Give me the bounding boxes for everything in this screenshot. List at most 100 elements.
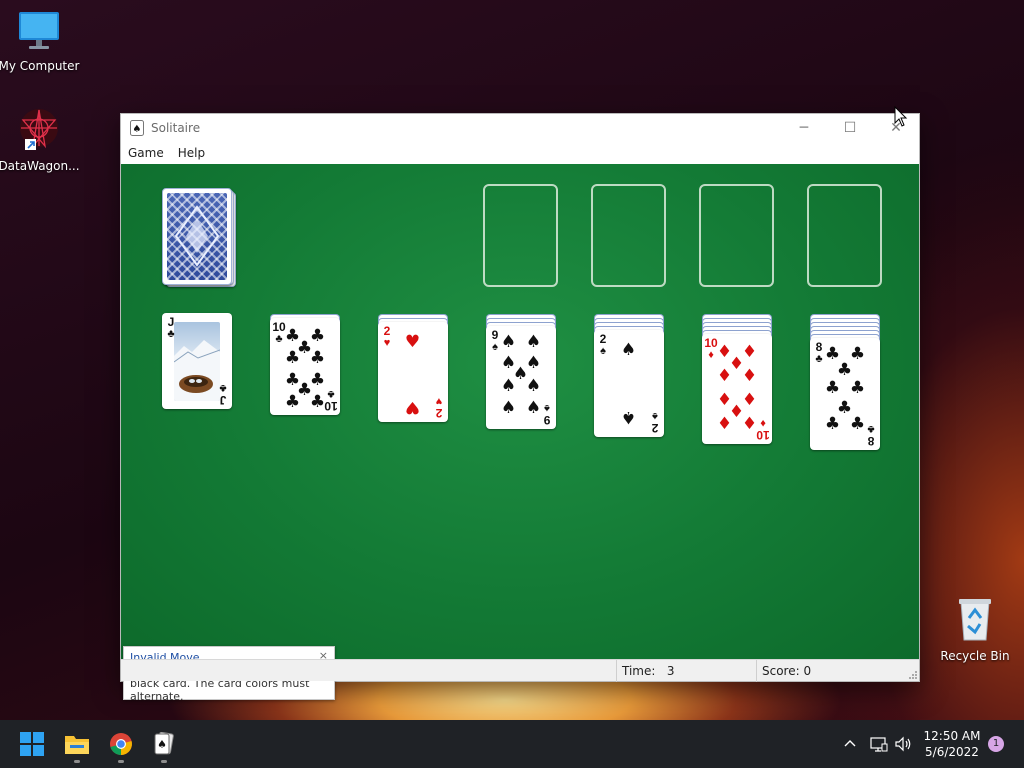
svg-text:♠: ♠: [157, 738, 167, 751]
card-corner: 2 ♠: [648, 410, 662, 435]
heart-icon: ♥: [383, 337, 391, 349]
game-table[interactable]: J ♣ J ♣ 10 ♣ 10 ♣ ♣ ♣ ♣ ♣ ♣ ♣ ♣ ♣ ♣ ♣ 2 …: [121, 164, 919, 703]
maximize-button[interactable]: ☐: [827, 114, 873, 142]
heart-icon: ♥: [404, 397, 421, 417]
taskbar-chrome[interactable]: [101, 720, 141, 768]
desktop-icon-label: My Computer: [0, 59, 80, 73]
club-icon: ♣: [836, 360, 853, 380]
club-icon: ♣: [309, 348, 326, 368]
foundation-slot-1[interactable]: [483, 184, 558, 287]
minimize-icon: ─: [799, 120, 809, 136]
chevron-up-icon[interactable]: [842, 736, 858, 752]
score-display: Score: 0: [756, 660, 811, 682]
diamond-icon: ♦: [716, 414, 733, 434]
diamond-icon: ♦: [716, 366, 733, 386]
club-icon: ♣: [867, 423, 875, 435]
card-jack-of-clubs[interactable]: J ♣ J ♣: [162, 313, 232, 409]
club-icon: ♣: [309, 392, 326, 412]
taskbar-solitaire[interactable]: ♠: [144, 720, 184, 768]
card-2-of-spades[interactable]: 2 ♠ 2 ♠ ♠ ♠: [594, 330, 664, 437]
spade-icon: ♠: [500, 332, 517, 352]
card-rank: 8: [815, 340, 823, 354]
desktop-icon-label: Recycle Bin: [940, 649, 1010, 663]
club-icon: ♣: [284, 348, 301, 368]
volume-icon[interactable]: [894, 736, 912, 752]
foundation-slot-4[interactable]: [807, 184, 882, 287]
foundation-slot-2[interactable]: [591, 184, 666, 287]
desktop-icon-label: DataWagon...: [0, 159, 80, 173]
taskbar-file-explorer[interactable]: [57, 720, 97, 768]
datawagon-shortcut-icon: [20, 109, 58, 150]
card-corner: 10 ♦: [756, 417, 770, 442]
taskbar: ♠ 12:50 AM 5/6/2022: [0, 720, 1024, 768]
club-icon: ♣: [849, 414, 866, 434]
spade-icon: ♠: [652, 410, 658, 422]
card-corner: 2 ♥: [380, 325, 394, 349]
time-display: Time: 3: [616, 660, 756, 682]
system-tray: [842, 720, 912, 768]
menu-game[interactable]: Game: [121, 142, 171, 164]
window-title: Solitaire: [151, 121, 201, 135]
card-10-of-diamonds[interactable]: 10 ♦ 10 ♦ ♦ ♦ ♦ ♦ ♦ ♦ ♦ ♦ ♦ ♦: [702, 334, 772, 444]
minimize-button[interactable]: ─: [781, 114, 827, 142]
stock-pile[interactable]: [162, 188, 238, 290]
card-rank: 10: [756, 428, 770, 442]
clock-time: 12:50 AM: [923, 729, 981, 743]
card-8-of-clubs[interactable]: 8 ♣ 8 ♣ ♣ ♣ ♣ ♣ ♣ ♣ ♣ ♣: [810, 338, 880, 450]
start-icon: [20, 732, 44, 756]
notification-badge[interactable]: 1: [988, 736, 1004, 752]
card-rank: 2: [383, 324, 391, 338]
start-button[interactable]: [12, 720, 52, 768]
club-icon: ♣: [824, 414, 841, 434]
desktop-icon-my-computer[interactable]: My Computer: [0, 10, 81, 73]
card-rank: 9: [543, 413, 551, 427]
time-label: Time:: [622, 664, 656, 678]
card-rank: 2: [599, 332, 607, 346]
solitaire-window: ♠ Solitaire ─ ☐ ✕ Game Help J ♣ J ♣ 10 ♣…: [120, 113, 920, 703]
monitor-icon: [19, 12, 59, 49]
diamond-icon: ♦: [741, 366, 758, 386]
card-corner: 9 ♠: [540, 402, 554, 427]
resize-grip-icon[interactable]: [909, 671, 917, 679]
spade-icon: ♠: [500, 376, 517, 396]
stock-card-back: [162, 188, 232, 285]
taskbar-clock[interactable]: 12:50 AM 5/6/2022: [920, 728, 984, 760]
card-rank: 2: [435, 406, 443, 420]
card-rank: J: [167, 315, 175, 329]
clock-date: 5/6/2022: [925, 745, 979, 759]
spade-icon: ♠: [500, 398, 517, 418]
solitaire-icon: ♠: [154, 732, 174, 755]
card-9-of-spades[interactable]: 9 ♠ 9 ♠ ♠ ♠ ♠ ♠ ♠ ♠ ♠ ♠ ♠: [486, 326, 556, 429]
spade-icon: ♠: [544, 402, 550, 414]
card-corner: J ♣: [216, 382, 230, 407]
score-value: 0: [803, 664, 812, 678]
card-rank: 2: [651, 421, 659, 435]
card-corner: 2 ♥: [432, 395, 446, 420]
desktop-icon-recycle-bin[interactable]: Recycle Bin: [933, 596, 1017, 663]
card-corner: 8 ♣: [864, 423, 878, 448]
desktop-icon-datawagon[interactable]: DataWagon...: [0, 106, 81, 173]
title-bar[interactable]: ♠ Solitaire ─ ☐ ✕: [121, 114, 919, 142]
club-icon: ♣: [849, 378, 866, 398]
chrome-icon: [110, 733, 132, 755]
card-10-of-clubs[interactable]: 10 ♣ 10 ♣ ♣ ♣ ♣ ♣ ♣ ♣ ♣ ♣ ♣ ♣: [270, 318, 340, 415]
solitaire-app-icon: ♠: [130, 120, 144, 136]
heart-icon: ♥: [404, 332, 421, 352]
spade-icon: ♠: [620, 407, 637, 427]
foundation-slot-3[interactable]: [699, 184, 774, 287]
club-icon: ♣: [824, 378, 841, 398]
recycle-bin-icon: [959, 599, 991, 641]
maximize-icon: ☐: [843, 120, 857, 136]
heart-icon: ♥: [435, 395, 443, 407]
jack-illustration: [174, 322, 220, 401]
spade-icon: ♠: [600, 345, 606, 357]
time-value: 3: [666, 664, 675, 678]
menu-help[interactable]: Help: [171, 142, 212, 164]
file-explorer-icon: [65, 736, 89, 754]
club-icon: ♣: [167, 328, 175, 340]
network-icon[interactable]: [870, 736, 888, 752]
spade-icon: ♠: [620, 340, 637, 360]
card-2-of-hearts[interactable]: 2 ♥ 2 ♥ ♥ ♥: [378, 322, 448, 422]
card-corner: 2 ♠: [596, 333, 610, 357]
spade-icon: ♠: [525, 376, 542, 396]
